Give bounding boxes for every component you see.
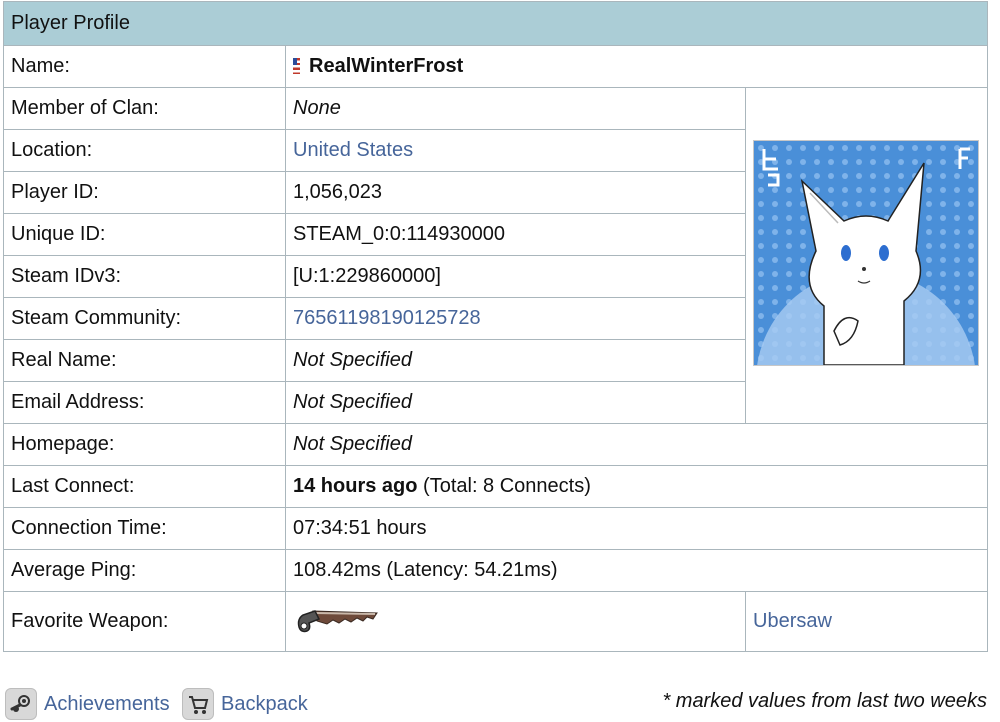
avatar [753,140,979,491]
weapon-name-link[interactable]: Ubersaw [745,591,988,652]
backpack-link[interactable]: Backpack [182,688,308,720]
steam-community-label: Steam Community: [3,297,286,340]
steam-idv3-label: Steam IDv3: [3,255,286,298]
steam-icon [5,688,37,720]
player-profile-table: Player Profile Name: RealWinterFrost Mem… [3,1,988,652]
real-name-value: Not Specified [285,339,746,382]
homepage-label: Homepage: [3,423,286,466]
avatar-cell [745,87,988,491]
achievements-link[interactable]: Achievements [5,688,170,720]
connection-time-value: 07:34:51 hours [285,507,988,550]
row-clan: Member of Clan: None [3,87,988,491]
last-connect-ago: 14 hours ago [293,475,418,497]
average-ping-label: Average Ping: [3,549,286,592]
footer: Achievements Backpack * marked values fr… [0,684,990,722]
player-name: RealWinterFrost [309,55,464,77]
row-homepage: Homepage: Not Specified [3,423,988,466]
homepage-value: Not Specified [285,423,988,466]
steam-idv3-value: [U:1:229860000] [285,255,746,298]
name-label: Name: [3,45,286,88]
player-id-value: 1,056,023 [285,171,746,214]
weapon-image-cell [285,591,746,652]
connection-time-label: Connection Time: [3,507,286,550]
row-favorite-weapon: Favorite Weapon: Ubersaw [3,591,988,652]
email-label: Email Address: [3,381,286,424]
row-average-ping: Average Ping: 108.42ms (Latency: 54.21ms… [3,549,988,592]
location-link[interactable]: United States [285,129,746,172]
steam-community-link[interactable]: 76561198190125728 [285,297,746,340]
cart-icon [182,688,214,720]
footer-note: * marked values from last two weeks [662,690,987,712]
name-value-cell: RealWinterFrost [285,45,988,88]
clan-label: Member of Clan: [3,87,286,130]
us-flag-icon [293,58,300,74]
avatar-image [754,141,978,491]
row-name: Name: RealWinterFrost [3,45,988,88]
average-ping-value: 108.42ms (Latency: 54.21ms) [285,549,988,592]
unique-id-label: Unique ID: [3,213,286,256]
last-connect-total: (Total: 8 Connects) [417,475,591,497]
row-connection-time: Connection Time: 07:34:51 hours [3,507,988,550]
row-last-connect: Last Connect: 14 hours ago (Total: 8 Con… [3,465,988,508]
ubersaw-weapon-icon [297,609,378,632]
favorite-weapon-label: Favorite Weapon: [3,591,286,652]
unique-id-value: STEAM_0:0:114930000 [285,213,746,256]
achievements-label: Achievements [44,692,170,715]
last-connect-value: 14 hours ago (Total: 8 Connects) [285,465,988,508]
real-name-label: Real Name: [3,339,286,382]
player-id-label: Player ID: [3,171,286,214]
backpack-label: Backpack [221,692,308,715]
email-value: Not Specified [285,381,746,424]
panel-title: Player Profile [3,1,988,46]
location-label: Location: [3,129,286,172]
clan-value: None [285,87,746,130]
last-connect-label: Last Connect: [3,465,286,508]
